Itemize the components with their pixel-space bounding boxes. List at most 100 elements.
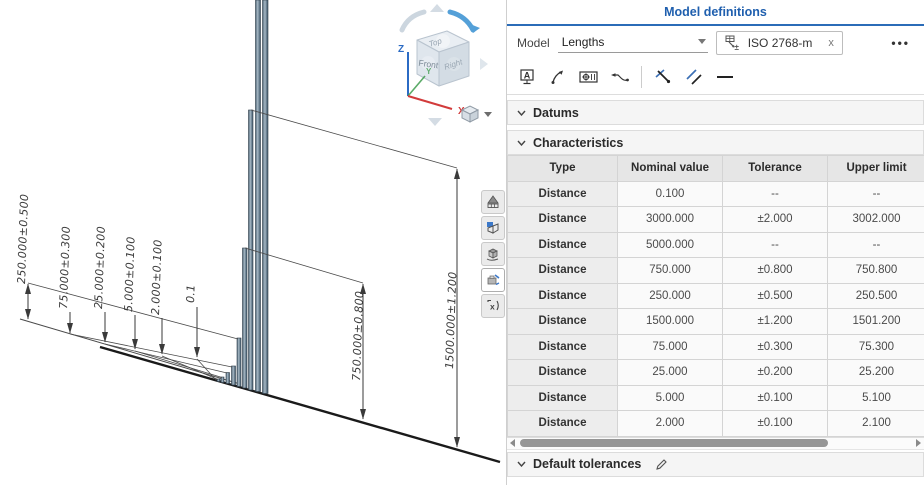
dimension-frame-tool-button[interactable] bbox=[577, 65, 601, 89]
characteristic-row[interactable]: Distance 25.000 ±0.200 25.200 bbox=[507, 359, 924, 386]
cell-value[interactable]: 3002.000 bbox=[827, 206, 924, 233]
cell-type[interactable]: Distance bbox=[507, 384, 618, 411]
cell-type[interactable]: Distance bbox=[507, 231, 618, 258]
cell-value[interactable]: ±2.000 bbox=[722, 206, 828, 233]
characteristic-row[interactable]: Distance 5.000 ±0.100 5.100 bbox=[507, 384, 924, 411]
cell-value[interactable]: 5000.000 bbox=[617, 231, 723, 258]
intersection-tool-button[interactable] bbox=[651, 65, 675, 89]
dim-label-0.1[interactable]: 0.1 bbox=[184, 284, 198, 303]
exploded-view-button[interactable] bbox=[481, 242, 505, 266]
overflow-menu-button[interactable]: ••• bbox=[891, 36, 914, 50]
3d-viewport[interactable]: 250.000±0.500 75.000±0.300 25.000±0.200 … bbox=[0, 0, 506, 485]
chip-close-icon[interactable]: x bbox=[818, 37, 834, 49]
model-select-dropdown[interactable]: Lengths bbox=[557, 33, 708, 53]
cell-value[interactable]: -- bbox=[827, 231, 924, 258]
characteristic-row[interactable]: Distance 5000.000 -- -- bbox=[507, 231, 924, 258]
cell-value[interactable]: 75.300 bbox=[827, 333, 924, 360]
cell-value[interactable]: ±0.100 bbox=[722, 410, 828, 437]
cell-value[interactable]: 1501.200 bbox=[827, 308, 924, 335]
standard-chip[interactable]: ± ISO 2768-m x bbox=[715, 30, 843, 55]
cell-value[interactable]: 25.000 bbox=[617, 359, 723, 386]
scroll-right-icon[interactable] bbox=[916, 439, 921, 447]
dim-label-2[interactable]: 2.000±0.100 bbox=[149, 239, 165, 315]
cell-value[interactable]: 250.000 bbox=[617, 282, 723, 309]
rotate-right-arrow[interactable] bbox=[480, 58, 488, 70]
edit-pencil-icon[interactable] bbox=[654, 457, 669, 472]
note-tool-button[interactable]: A bbox=[515, 65, 539, 89]
model-definition-view-button[interactable] bbox=[481, 268, 505, 292]
step-bar-75[interactable] bbox=[231, 365, 236, 386]
characteristic-row[interactable]: Distance 3000.000 ±2.000 3002.000 bbox=[507, 206, 924, 233]
table-header-row: Type Nominal value Tolerance Upper limit bbox=[507, 155, 924, 182]
cell-value[interactable]: 1500.000 bbox=[617, 308, 723, 335]
step-bar-3000[interactable] bbox=[255, 0, 261, 392]
characteristic-row[interactable]: Distance 2.000 ±0.100 2.100 bbox=[507, 410, 924, 437]
cell-value[interactable]: 75.000 bbox=[617, 333, 723, 360]
horizontal-scrollbar[interactable] bbox=[507, 436, 924, 450]
shaded-view-button[interactable] bbox=[481, 190, 505, 214]
cell-value[interactable]: ±1.200 bbox=[722, 308, 828, 335]
cell-type[interactable]: Distance bbox=[507, 308, 618, 335]
cell-value[interactable]: 5.000 bbox=[617, 384, 723, 411]
datums-section-header[interactable]: Datums bbox=[507, 100, 924, 125]
cell-value[interactable]: 25.200 bbox=[827, 359, 924, 386]
dim-label-75[interactable]: 75.000±0.300 bbox=[57, 226, 73, 309]
rotate-up-arrow[interactable] bbox=[430, 4, 444, 12]
rotate-cw-icon[interactable] bbox=[447, 9, 476, 33]
cell-value[interactable]: 2.100 bbox=[827, 410, 924, 437]
leader-tool-button[interactable] bbox=[546, 65, 570, 89]
cell-value[interactable]: ±0.500 bbox=[722, 282, 828, 309]
cell-value[interactable]: 0.100 bbox=[617, 180, 723, 207]
characteristic-row[interactable]: Distance 250.000 ±0.500 250.500 bbox=[507, 282, 924, 309]
dim-label-250[interactable]: 250.000±0.500 bbox=[15, 194, 31, 285]
scroll-left-icon[interactable] bbox=[510, 439, 515, 447]
cell-type[interactable]: Distance bbox=[507, 359, 618, 386]
view-orientation-caret-icon[interactable] bbox=[484, 112, 492, 117]
cell-type[interactable]: Distance bbox=[507, 410, 618, 437]
cell-value[interactable]: -- bbox=[722, 180, 828, 207]
cell-type[interactable]: Distance bbox=[507, 282, 618, 309]
step-bars[interactable] bbox=[216, 0, 269, 394]
cell-value[interactable]: 750.800 bbox=[827, 257, 924, 284]
view-orientation-button[interactable] bbox=[460, 105, 492, 123]
cell-type[interactable]: Distance bbox=[507, 180, 618, 207]
view-cube[interactable]: Top Front Right Z Y X bbox=[388, 0, 500, 130]
dim-label-5[interactable]: 5.000±0.100 bbox=[122, 236, 138, 312]
characteristic-row[interactable]: Distance 0.100 -- -- bbox=[507, 180, 924, 207]
cell-value[interactable]: 250.500 bbox=[827, 282, 924, 309]
parallel-tool-button[interactable] bbox=[682, 65, 706, 89]
cell-type[interactable]: Distance bbox=[507, 257, 618, 284]
cell-value[interactable]: -- bbox=[722, 231, 828, 258]
dim-label-25[interactable]: 25.000±0.200 bbox=[92, 226, 108, 309]
rotate-down-arrow[interactable] bbox=[428, 118, 442, 126]
scrollbar-thumb[interactable] bbox=[520, 439, 828, 447]
characteristic-row[interactable]: Distance 750.000 ±0.800 750.800 bbox=[507, 257, 924, 284]
section-view-button[interactable] bbox=[481, 216, 505, 240]
default-tolerances-section-header[interactable]: Default tolerances bbox=[507, 451, 924, 477]
cell-value[interactable]: ±0.300 bbox=[722, 333, 828, 360]
step-bar-5000[interactable] bbox=[262, 0, 269, 394]
cell-type[interactable]: Distance bbox=[507, 206, 618, 233]
step-bar-750[interactable] bbox=[242, 247, 248, 389]
cell-value[interactable]: 3000.000 bbox=[617, 206, 723, 233]
cell-value[interactable]: ±0.200 bbox=[722, 359, 828, 386]
rotate-ccw-icon[interactable] bbox=[399, 9, 427, 33]
step-bar-25[interactable] bbox=[225, 372, 230, 384]
characteristic-row[interactable]: Distance 1500.000 ±1.200 1501.200 bbox=[507, 308, 924, 335]
cell-value[interactable]: ±0.800 bbox=[722, 257, 828, 284]
z-axis-label: Z bbox=[398, 44, 404, 55]
characteristics-section-header[interactable]: Characteristics bbox=[507, 130, 924, 155]
characteristic-row[interactable]: Distance 75.000 ±0.300 75.300 bbox=[507, 333, 924, 360]
cell-value[interactable]: 2.000 bbox=[617, 410, 723, 437]
cell-value[interactable]: ±0.100 bbox=[722, 384, 828, 411]
step-bar-5[interactable] bbox=[220, 376, 225, 383]
cell-type[interactable]: Distance bbox=[507, 333, 618, 360]
cell-value[interactable]: -- bbox=[827, 180, 924, 207]
bent-leader-tool-button[interactable] bbox=[608, 65, 632, 89]
annotation-filter-button[interactable]: x bbox=[481, 294, 505, 318]
dim-label-750[interactable]: 750.000±0.800 bbox=[350, 291, 366, 382]
line-tool-button[interactable] bbox=[713, 65, 737, 89]
cell-value[interactable]: 5.100 bbox=[827, 384, 924, 411]
cell-value[interactable]: 750.000 bbox=[617, 257, 723, 284]
step-bar-250[interactable] bbox=[236, 337, 242, 387]
